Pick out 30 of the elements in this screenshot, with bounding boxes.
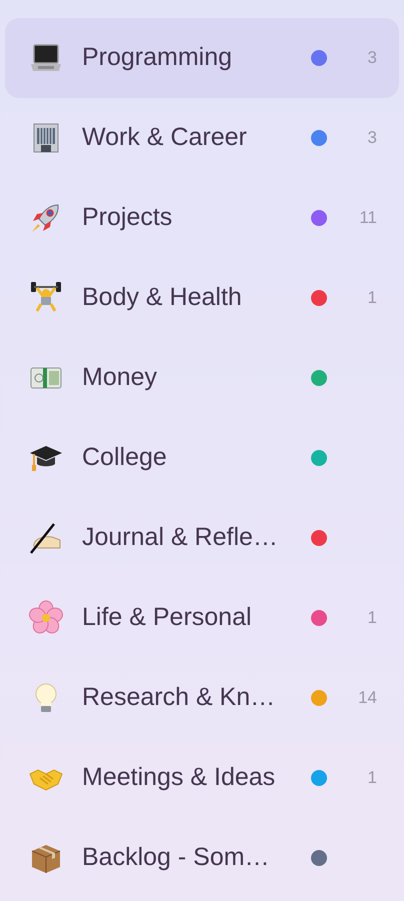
sidebar-item[interactable]: Journal & Refle… — [5, 498, 399, 578]
item-count: 14 — [358, 687, 377, 710]
item-label: Meetings & Ideas — [82, 762, 276, 794]
sidebar-item[interactable]: Backlog - Som… — [5, 818, 399, 898]
item-label: Projects — [82, 202, 174, 234]
item-count: 3 — [368, 47, 377, 70]
sidebar-item[interactable]: College — [5, 418, 399, 498]
item-count: 1 — [368, 607, 377, 630]
item-label: Research & Kn… — [82, 682, 276, 714]
sidebar-item[interactable]: Work & Career 3 — [5, 98, 399, 178]
item-label: Body & Health — [82, 282, 243, 314]
flower-icon — [28, 600, 64, 636]
item-label: Programming — [82, 42, 234, 74]
sidebar-item[interactable]: Body & Health 1 — [5, 258, 399, 338]
item-count: 1 — [368, 767, 377, 790]
item-label: Work & Career — [82, 122, 248, 154]
sidebar-item[interactable]: Projects 11 — [5, 178, 399, 258]
sidebar-item[interactable]: Life & Personal 1 — [5, 578, 399, 658]
item-count: 11 — [359, 207, 377, 230]
item-label: Money — [82, 362, 158, 394]
sidebar-item[interactable]: Programming 3 — [5, 18, 399, 98]
sidebar-item[interactable]: Research & Kn… 14 — [5, 658, 399, 738]
item-count: 3 — [368, 127, 377, 150]
item-label: College — [82, 442, 168, 474]
sidebar-item[interactable]: Meetings & Ideas 1 — [5, 738, 399, 818]
item-label: Journal & Refle… — [82, 522, 279, 554]
sidebar-item[interactable]: Money — [5, 338, 399, 418]
item-label: Life & Personal — [82, 602, 253, 634]
item-count: 1 — [368, 287, 377, 310]
item-label: Backlog - Som… — [82, 842, 271, 874]
